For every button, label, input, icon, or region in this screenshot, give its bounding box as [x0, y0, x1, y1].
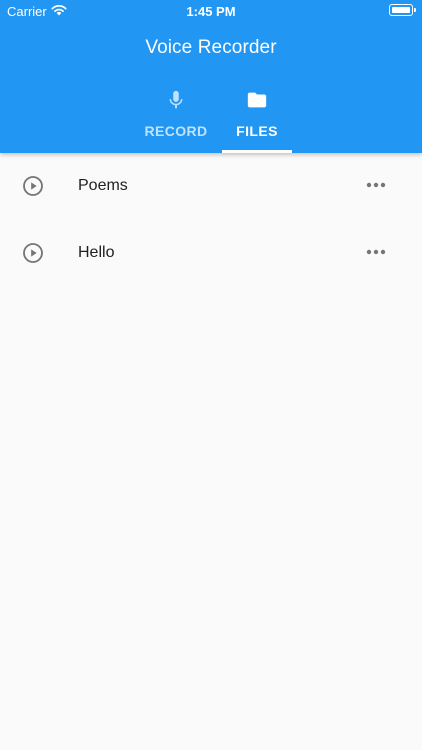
file-name: Hello	[78, 244, 115, 261]
play-circle-icon[interactable]	[22, 242, 44, 264]
tab-files[interactable]: FILES	[202, 82, 312, 153]
play-circle-icon[interactable]	[22, 175, 44, 197]
status-time: 1:45 PM	[186, 4, 236, 19]
file-name: Poems	[78, 177, 128, 194]
tab-record-label: RECORD	[144, 123, 208, 139]
tab-files-label: FILES	[236, 123, 278, 139]
list-item[interactable]: Poems	[0, 153, 422, 220]
more-horizontal-icon[interactable]	[366, 249, 386, 255]
battery-icon	[389, 4, 416, 16]
app-bar: Carrier 1:45 PM Voice Recorder RECORD FI…	[0, 0, 422, 153]
more-horizontal-icon[interactable]	[366, 182, 386, 188]
microphone-icon	[169, 90, 183, 109]
status-bar: Carrier 1:45 PM	[0, 0, 422, 22]
list-item[interactable]: Hello	[0, 220, 422, 287]
voice-recorder-app: Carrier 1:45 PM Voice Recorder RECORD FI…	[0, 0, 422, 750]
file-list: Poems Hello	[0, 153, 422, 287]
folder-icon	[247, 92, 267, 108]
page-title: Voice Recorder	[145, 37, 277, 58]
